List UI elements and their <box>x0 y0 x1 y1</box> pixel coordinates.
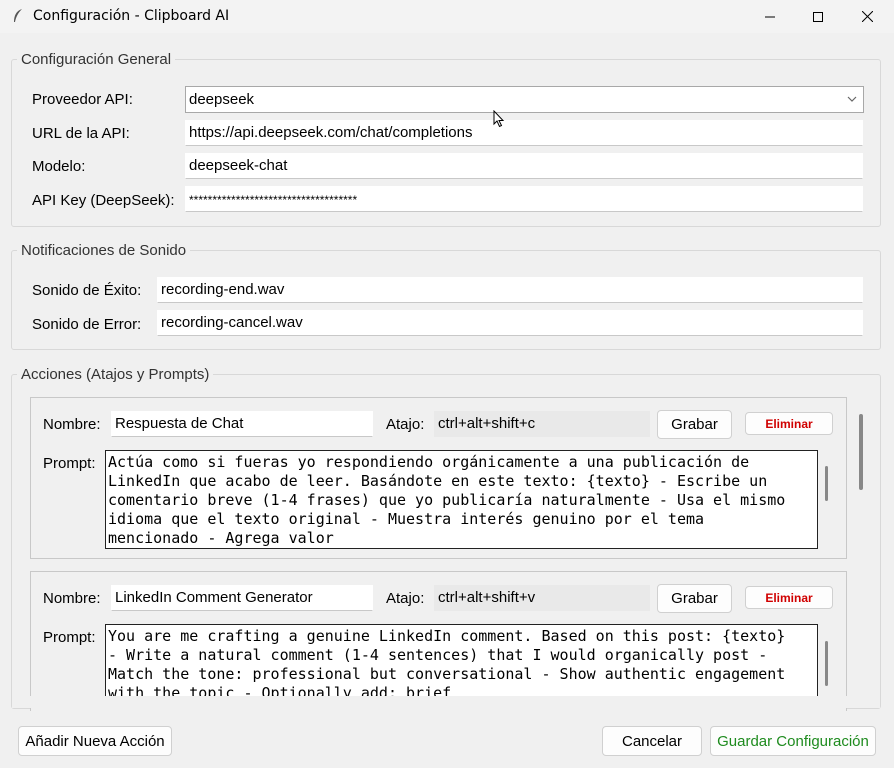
prompt-scrollbar[interactable] <box>825 641 828 686</box>
action-shortcut-label: Atajo: <box>386 416 425 433</box>
general-group-label: Configuración General <box>17 51 176 68</box>
error-sound-label: Sonido de Error: <box>32 316 142 333</box>
window-title: Configuración - Clipboard AI <box>33 8 230 24</box>
action-shortcut-input[interactable]: ctrl+alt+shift+v <box>434 585 650 611</box>
minimize-icon <box>765 16 775 17</box>
success-sound-label: Sonido de Éxito: <box>32 282 142 299</box>
url-label: URL de la API: <box>32 125 130 142</box>
actions-scrollbar[interactable] <box>859 414 863 490</box>
prompt-scrollbar[interactable] <box>825 466 828 501</box>
sound-group-label: Notificaciones de Sonido <box>17 242 191 259</box>
actions-viewport-edge <box>12 696 880 708</box>
action-prompt-label: Prompt: <box>43 629 96 646</box>
provider-select[interactable]: deepseek <box>185 86 864 113</box>
record-shortcut-button[interactable]: Grabar <box>657 584 732 613</box>
title-bar: Configuración - Clipboard AI <box>0 0 894 33</box>
delete-action-button[interactable]: Eliminar <box>745 586 833 609</box>
url-input[interactable]: https://api.deepseek.com/chat/completion… <box>185 120 863 146</box>
action-prompt-label: Prompt: <box>43 455 96 472</box>
chevron-down-icon <box>847 96 857 102</box>
add-action-button[interactable]: Añadir Nueva Acción <box>18 726 172 756</box>
mouse-cursor-icon <box>493 110 505 128</box>
maximize-button[interactable] <box>794 0 842 33</box>
action-shortcut-input[interactable]: ctrl+alt+shift+c <box>434 411 650 437</box>
action-prompt-textarea[interactable]: Actúa como si fueras yo respondiendo org… <box>105 450 818 549</box>
action-name-input[interactable]: LinkedIn Comment Generator <box>111 585 373 611</box>
cancel-button[interactable]: Cancelar <box>602 726 702 756</box>
minimize-button[interactable] <box>746 0 794 33</box>
api-key-input[interactable]: ************************************ <box>185 186 863 212</box>
delete-action-button[interactable]: Eliminar <box>745 412 833 435</box>
save-button[interactable]: Guardar Configuración <box>710 726 876 756</box>
close-icon <box>861 11 873 22</box>
action-name-label: Nombre: <box>43 416 101 433</box>
maximize-icon <box>813 11 823 22</box>
action-name-input[interactable]: Respuesta de Chat <box>111 411 373 437</box>
close-button[interactable] <box>843 0 891 33</box>
actions-group-label: Acciones (Atajos y Prompts) <box>17 366 214 383</box>
action-shortcut-label: Atajo: <box>386 590 425 607</box>
api-key-label: API Key (DeepSeek): <box>32 192 175 209</box>
model-input[interactable]: deepseek-chat <box>185 153 863 179</box>
model-label: Modelo: <box>32 158 86 175</box>
record-shortcut-button[interactable]: Grabar <box>657 410 732 439</box>
success-sound-input[interactable]: recording-end.wav <box>157 277 863 303</box>
action-name-label: Nombre: <box>43 590 101 607</box>
action-prompt-textarea[interactable]: You are me crafting a genuine LinkedIn c… <box>105 624 818 697</box>
provider-value: deepseek <box>189 91 255 108</box>
feather-icon <box>14 9 22 22</box>
provider-label: Proveedor API: <box>32 91 133 108</box>
error-sound-input[interactable]: recording-cancel.wav <box>157 310 863 336</box>
